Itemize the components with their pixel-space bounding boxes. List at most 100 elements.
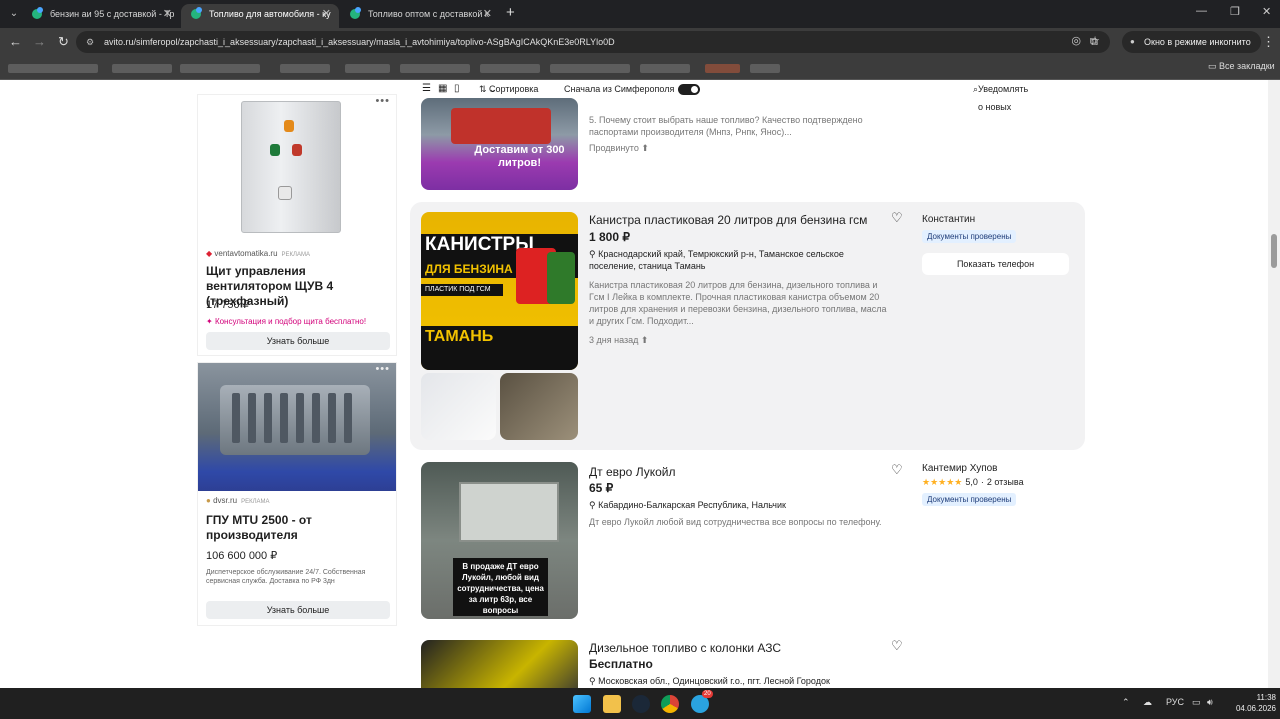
address-bar[interactable]: ⚙ avito.ru/simferopol/zapchasti_i_aksess…	[76, 31, 1110, 53]
ad-price: 106 600 000 ₽	[206, 550, 278, 562]
listing-card[interactable]: КАНИСТРЫ ДЛЯ БЕНЗИНА ПЛАСТИК ПОД ГСМ ТАМ…	[410, 202, 1085, 450]
image-overlay-text: В продаже ДТ евро Лукойл, любой вид сотр…	[453, 558, 548, 616]
location-pin-icon: ⚲	[589, 500, 596, 510]
ad-card[interactable]: ••• ● dvsr.ru РЕКЛАМА ГПУ MTU 2500 - от п…	[197, 362, 397, 626]
ad-card[interactable]: ••• ◆ ventavtomatika.ru РЕКЛАМА Щит управ…	[197, 94, 397, 356]
bookmark-item[interactable]	[400, 64, 470, 73]
listing-price: Бесплатно	[589, 657, 653, 671]
all-bookmarks[interactable]: ▭ Все закладки	[1208, 61, 1275, 72]
windows-start-icon[interactable]	[573, 695, 591, 713]
ad-source: ventavtomatika.ru	[214, 249, 278, 258]
listing-image[interactable]: Доставим от 300 литров!	[421, 98, 578, 190]
image-overlay-text: Доставим от 300 литров!	[474, 144, 565, 169]
browser-menu-icon[interactable]: ⋮	[1262, 34, 1275, 50]
ad-title[interactable]: ГПУ MTU 2500 - от производителя	[206, 513, 316, 543]
favorite-heart-icon[interactable]: ♡	[891, 211, 903, 224]
verified-badge: Документы проверены	[922, 493, 1017, 506]
listing-price: 1 800 ₽	[589, 230, 630, 244]
tab-1[interactable]: бензин аи 95 с доставкой - Тр ✕	[22, 4, 180, 28]
file-explorer-icon[interactable]	[603, 695, 621, 713]
page-content: ☰ ▦ ▯ ⇅ Сортировка ⌄ Сначала из Симфероп…	[0, 80, 1280, 688]
extensions-icon[interactable]: ⧉	[1090, 34, 1098, 50]
minimize-icon[interactable]: —	[1196, 5, 1207, 17]
chrome-icon[interactable]	[661, 695, 679, 713]
ad-image[interactable]: •••	[198, 363, 396, 491]
close-tab-icon[interactable]: ✕	[163, 4, 172, 24]
listing-location: ⚲ Московская обл., Одинцовский г.о., пгт…	[589, 676, 830, 686]
bookmark-item[interactable]	[8, 64, 98, 73]
listing-image[interactable]: КАНИСТРЫ ДЛЯ БЕНЗИНА ПЛАСТИК ПОД ГСМ ТАМ…	[421, 212, 578, 370]
listing-thumb[interactable]	[421, 373, 496, 440]
listing-card[interactable]: В продаже ДТ евро Лукойл, любой вид сотр…	[410, 458, 1085, 624]
navigation-bar: ← → ↻ ⚙ avito.ru/simferopol/zapchasti_i_…	[0, 28, 1280, 56]
display-icon[interactable]: ▭	[1192, 697, 1201, 708]
bookmark-item[interactable]	[280, 64, 330, 73]
bookmark-item[interactable]	[112, 64, 172, 73]
tab-3[interactable]: Топливо оптом с доставкой к ✕	[340, 4, 500, 28]
verified-badge: Документы проверены	[922, 230, 1017, 243]
ad-image[interactable]: •••	[198, 95, 396, 245]
favorite-heart-icon[interactable]: ♡	[891, 463, 903, 476]
url-text[interactable]: avito.ru/simferopol/zapchasti_i_aksessua…	[104, 31, 615, 53]
avito-favicon-icon	[32, 7, 43, 19]
listing-title[interactable]: Дт евро Лукойл	[589, 465, 675, 479]
listing-title[interactable]: Дизельное топливо с колонки АЗС	[589, 641, 781, 655]
close-tab-icon[interactable]: ✕	[483, 4, 492, 24]
bookmark-item[interactable]	[345, 64, 390, 73]
more-options-icon[interactable]: •••	[375, 363, 390, 375]
seller-name[interactable]: Кантемир Хупов	[922, 463, 997, 474]
listing-price: 65 ₽	[589, 481, 614, 495]
advertiser-logo-icon: ◆	[206, 249, 213, 258]
advertiser-logo-icon: ●	[206, 496, 211, 505]
avito-favicon-icon	[191, 7, 202, 19]
incognito-indicator[interactable]: Окно в режиме инкогнито	[1122, 31, 1261, 53]
new-tab-icon[interactable]: +	[506, 4, 515, 21]
bookmark-item[interactable]	[640, 64, 690, 73]
listing-location: ⚲ Кабардино-Балкарская Республика, Нальч…	[589, 500, 786, 510]
listing-title[interactable]: Канистра пластиковая 20 литров для бензи…	[589, 213, 867, 227]
listing-card[interactable]: Доставим от 300 литров! 5. Почему стоит …	[410, 80, 1085, 192]
learn-more-button[interactable]: Узнать больше	[206, 332, 390, 350]
listing-card[interactable]: Дизельное топливо с колонки АЗС ♡ Беспла…	[410, 636, 1085, 688]
green-canister-image	[547, 252, 575, 304]
weather-icon[interactable]: ☁	[1143, 697, 1152, 708]
tray-overflow-icon[interactable]: ⌃	[1122, 697, 1130, 708]
maximize-icon[interactable]: ❐	[1230, 5, 1240, 18]
close-tab-icon[interactable]: ✕	[322, 4, 331, 24]
learn-more-button[interactable]: Узнать больше	[206, 601, 390, 619]
back-icon[interactable]: ←	[9, 34, 22, 50]
listing-date: 3 дня назад ⬆	[589, 335, 649, 345]
listing-image[interactable]: В продаже ДТ евро Лукойл, любой вид сотр…	[421, 462, 578, 619]
tab-2-active[interactable]: Топливо для автомобиля - ку ✕	[181, 4, 339, 28]
page-scrollbar[interactable]	[1268, 80, 1280, 688]
tab-search-icon[interactable]: ⌄	[6, 6, 22, 22]
show-phone-button[interactable]: Показать телефон	[922, 253, 1069, 275]
promoted-arrow-icon: ⬆	[641, 143, 649, 153]
input-language[interactable]: РУС	[1166, 697, 1184, 707]
bookmarks-bar: ▭ Все закладки	[0, 56, 1280, 80]
forward-icon[interactable]: →	[33, 34, 46, 50]
steam-icon[interactable]	[632, 695, 650, 713]
reload-icon[interactable]: ↻	[58, 34, 69, 50]
ad-tag: РЕКЛАМА	[241, 499, 270, 505]
system-clock[interactable]: 11:38 04.06.2026	[1228, 692, 1276, 714]
listing-thumb[interactable]	[500, 373, 578, 440]
location-pin-icon: ⚲	[589, 249, 596, 259]
ad-note: Консультация и подбор щита бесплатно!	[214, 317, 367, 326]
scrollbar-thumb[interactable]	[1271, 234, 1277, 268]
favorite-heart-icon[interactable]: ♡	[891, 639, 903, 652]
site-info-icon[interactable]: ⚙	[86, 36, 98, 48]
control-panel-image	[241, 101, 341, 233]
seller-name[interactable]: Константин	[922, 214, 975, 225]
listing-image[interactable]	[421, 640, 578, 688]
bookmark-item[interactable]	[550, 64, 630, 73]
more-options-icon[interactable]: •••	[375, 95, 390, 107]
bookmark-item[interactable]	[705, 64, 740, 73]
bookmark-item[interactable]	[180, 64, 260, 73]
listing-description: Канистра пластиковая 20 литров для бензи…	[589, 280, 887, 326]
bookmark-item[interactable]	[750, 64, 780, 73]
bookmark-item[interactable]	[480, 64, 540, 73]
close-window-icon[interactable]: ✕	[1262, 5, 1271, 18]
telegram-icon[interactable]: 20	[691, 690, 713, 713]
volume-icon[interactable]: 🔊︎	[1207, 697, 1213, 708]
